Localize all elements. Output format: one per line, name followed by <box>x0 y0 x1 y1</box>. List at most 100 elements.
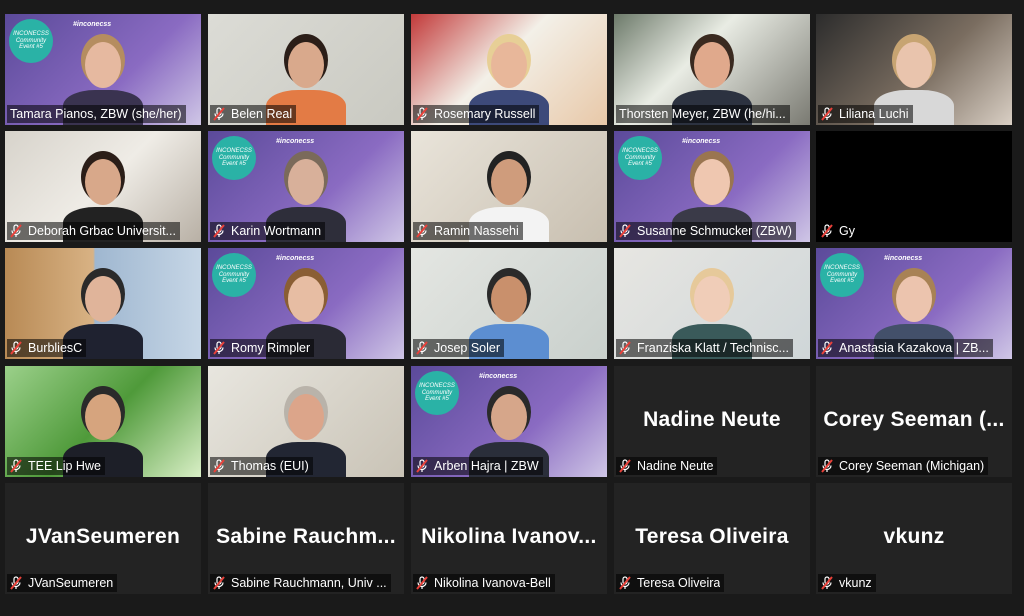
participant-name-text: Susanne Schmucker (ZBW) <box>637 224 792 238</box>
event-logo-badge: INCONECSS Community Event #5 <box>820 253 864 297</box>
participant-tile-thorsten-meyer-zbw-he-hi[interactable]: Thorsten Meyer, ZBW (he/hi... <box>614 14 810 125</box>
person-face <box>85 394 121 440</box>
participant-display-name: JVanSeumeren <box>25 525 181 548</box>
participant-name-text: Rosemary Russell <box>434 107 536 121</box>
participant-tile-romy-rimpler[interactable]: INCONECSS Community Event #5 #inconecss Ro… <box>208 248 404 359</box>
participant-name-text: JVanSeumeren <box>28 576 114 590</box>
participant-tile-karin-wortmann[interactable]: INCONECSS Community Event #5 #inconecss Ka… <box>208 131 404 242</box>
person-face <box>491 276 527 322</box>
participant-display-name: Teresa Oliveira <box>635 525 789 548</box>
event-logo-badge: INCONECSS Community Event #5 <box>212 253 256 297</box>
person-face <box>491 42 527 88</box>
participant-tile-anastasia-kazakova-zb[interactable]: INCONECSS Community Event #5 #inconecss An… <box>816 248 1012 359</box>
participant-name-label: Sabine Rauchmann, Univ ... <box>210 574 391 592</box>
participant-tile-sabine-rauchmann-univ[interactable]: Sabine Rauchm... Sabine Rauchmann, Univ .… <box>208 483 404 594</box>
participant-tile-jvanseumeren[interactable]: JVanSeumeren JVanSeumeren <box>5 483 201 594</box>
participant-tile-susanne-schmucker-zbw[interactable]: INCONECSS Community Event #5 #inconecss Su… <box>614 131 810 242</box>
muted-mic-icon <box>416 224 428 238</box>
muted-mic-icon <box>213 459 225 473</box>
participant-name-label: Karin Wortmann <box>210 222 326 240</box>
participant-name-label: Arben Hajra | ZBW <box>413 457 543 475</box>
participant-tile-rosemary-russell[interactable]: Rosemary Russell <box>411 14 607 125</box>
participant-tile-belen-real[interactable]: Belen Real <box>208 14 404 125</box>
participant-tile-tee-lip-hwe[interactable]: TEE Lip Hwe <box>5 366 201 477</box>
event-hashtag: #inconecss <box>276 255 315 262</box>
gallery-grid: INCONECSS Community Event #5 #inconecss Ta… <box>0 0 1024 616</box>
event-hashtag: #inconecss <box>682 138 721 145</box>
participant-name-text: Thomas (EUI) <box>231 459 309 473</box>
participant-name-text: Nikolina Ivanova-Bell <box>434 576 551 590</box>
participant-name-text: Nadine Neute <box>637 459 714 473</box>
participant-name-label: Deborah Grbac Universit... <box>7 222 180 240</box>
person-face <box>896 276 932 322</box>
participant-tile-deborah-grbac-universit[interactable]: Deborah Grbac Universit... <box>5 131 201 242</box>
participant-name-label: Thomas (EUI) <box>210 457 313 475</box>
participant-name-label: Nikolina Ivanova-Bell <box>413 574 555 592</box>
participant-name-label: Ramin Nassehi <box>413 222 523 240</box>
muted-mic-icon <box>821 341 833 355</box>
muted-mic-icon <box>10 576 22 590</box>
event-logo-badge: INCONECSS Community Event #5 <box>212 136 256 180</box>
muted-mic-icon <box>619 224 631 238</box>
participant-name-text: Franziska Klatt / Technisc... <box>637 341 789 355</box>
participant-tile-gy[interactable]: Gy <box>816 131 1012 242</box>
participant-tile-nadine-neute[interactable]: Nadine Neute Nadine Neute <box>614 366 810 477</box>
participant-tile-tamara-pianos-zbw-she-her[interactable]: INCONECSS Community Event #5 #inconecss Ta… <box>5 14 201 125</box>
person-face <box>896 42 932 88</box>
participant-tile-nikolina-ivanova-bell[interactable]: Nikolina Ivanov... Nikolina Ivanova-Bell <box>411 483 607 594</box>
participant-name-text: Tamara Pianos, ZBW (she/her) <box>10 107 182 121</box>
participant-tile-vkunz[interactable]: vkunz vkunz <box>816 483 1012 594</box>
person-face <box>85 42 121 88</box>
muted-mic-icon <box>416 459 428 473</box>
participant-name-text: Anastasia Kazakova | ZB... <box>839 341 989 355</box>
muted-mic-icon <box>416 341 428 355</box>
participant-name-label: Nadine Neute <box>616 457 718 475</box>
participant-name-text: Gy <box>839 224 855 238</box>
muted-mic-icon <box>821 107 833 121</box>
muted-mic-icon <box>821 576 833 590</box>
participant-name-label: Gy <box>818 222 859 240</box>
event-hashtag: #inconecss <box>276 138 315 145</box>
participant-tile-teresa-oliveira[interactable]: Teresa Oliveira Teresa Oliveira <box>614 483 810 594</box>
event-logo-badge: INCONECSS Community Event #5 <box>9 19 53 63</box>
muted-mic-icon <box>10 224 22 238</box>
participant-tile-franziska-klatt-technisc[interactable]: Franziska Klatt / Technisc... <box>614 248 810 359</box>
participant-tile-thomas-eui[interactable]: Thomas (EUI) <box>208 366 404 477</box>
participant-tile-ramin-nassehi[interactable]: Ramin Nassehi <box>411 131 607 242</box>
muted-mic-icon <box>213 341 225 355</box>
muted-mic-icon <box>619 459 631 473</box>
participant-name-text: Teresa Oliveira <box>637 576 721 590</box>
participant-tile-josep-soler[interactable]: Josep Soler <box>411 248 607 359</box>
participant-tile-liliana-luchi[interactable]: Liliana Luchi <box>816 14 1012 125</box>
participant-name-text: Sabine Rauchmann, Univ ... <box>231 576 387 590</box>
participant-tile-burbliesc[interactable]: BurbliesC <box>5 248 201 359</box>
participant-name-label: Liliana Luchi <box>818 105 913 123</box>
participant-display-name: Nadine Neute <box>643 408 781 431</box>
muted-mic-icon <box>10 459 22 473</box>
person-face <box>288 159 324 205</box>
participant-name-text: Thorsten Meyer, ZBW (he/hi... <box>619 107 786 121</box>
participant-name-label: Romy Rimpler <box>210 339 315 357</box>
person-face <box>85 159 121 205</box>
person-face <box>491 394 527 440</box>
participant-name-label: Thorsten Meyer, ZBW (he/hi... <box>616 105 790 123</box>
participant-tile-corey-seeman-michigan[interactable]: Corey Seeman (... Corey Seeman (Michigan) <box>816 366 1012 477</box>
participant-name-label: Anastasia Kazakova | ZB... <box>818 339 993 357</box>
participant-name-label: Rosemary Russell <box>413 105 540 123</box>
participant-name-label: BurbliesC <box>7 339 87 357</box>
participant-name-text: Deborah Grbac Universit... <box>28 224 176 238</box>
event-logo-badge: INCONECSS Community Event #5 <box>618 136 662 180</box>
participant-name-text: TEE Lip Hwe <box>28 459 101 473</box>
participant-name-text: BurbliesC <box>28 341 83 355</box>
participant-name-text: Ramin Nassehi <box>434 224 519 238</box>
muted-mic-icon <box>619 341 631 355</box>
participant-name-label: Susanne Schmucker (ZBW) <box>616 222 796 240</box>
event-hashtag: #inconecss <box>884 255 923 262</box>
participant-tile-arben-hajra-zbw[interactable]: INCONECSS Community Event #5 #inconecss Ar… <box>411 366 607 477</box>
person-face <box>694 276 730 322</box>
participant-display-name: Sabine Rauchm... <box>216 525 396 548</box>
participant-name-label: JVanSeumeren <box>7 574 118 592</box>
participant-name-label: Josep Soler <box>413 339 505 357</box>
participant-name-text: Liliana Luchi <box>839 107 909 121</box>
person-face <box>288 276 324 322</box>
